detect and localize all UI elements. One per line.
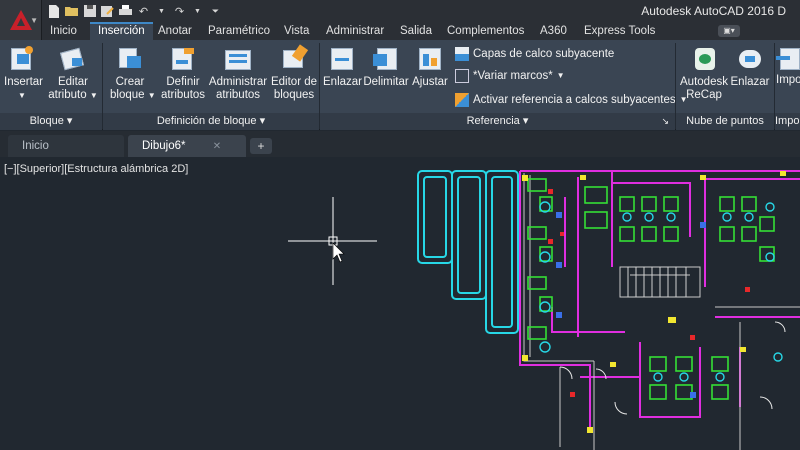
panel-title-nube-puntos[interactable]: Nube de puntos xyxy=(676,113,774,130)
enlazar-button[interactable]: Enlazar xyxy=(323,44,362,89)
manage-attributes-icon xyxy=(223,44,253,74)
ribbon-display-toggle-icon[interactable]: ▣▾ xyxy=(718,25,740,37)
enlazar-nube-button[interactable]: Enlazar xyxy=(730,44,770,89)
edit-attribute-icon xyxy=(58,44,88,74)
redo-icon[interactable]: ↷ xyxy=(172,4,187,19)
panel-title-referencia[interactable]: Referencia ▾ ↘ xyxy=(320,113,675,130)
stairs-block xyxy=(627,266,687,298)
editar-atributo-button[interactable]: Editar atributo ▼ xyxy=(48,44,98,102)
redo-dropdown-icon[interactable]: ▼ xyxy=(190,4,205,19)
editor-bloques-button[interactable]: Editor de bloques xyxy=(270,44,318,102)
application-menu-button[interactable]: ▼ xyxy=(0,0,42,40)
recap-icon xyxy=(689,44,719,74)
point-cloud-attach-icon xyxy=(735,44,765,74)
underlay-layers-icon xyxy=(455,47,469,61)
undo-icon[interactable]: ↶ xyxy=(136,4,151,19)
adjust-icon xyxy=(415,44,445,74)
ajustar-button[interactable]: Ajustar xyxy=(410,44,450,89)
saveas-icon[interactable] xyxy=(100,4,115,19)
tab-anotar[interactable]: Anotar xyxy=(150,22,200,40)
clip-icon xyxy=(371,44,401,74)
chevron-down-icon: ▼ xyxy=(89,91,98,100)
tab-complementos[interactable]: Complementos xyxy=(439,22,532,40)
panel-title-definicion-bloque[interactable]: Definición de bloque ▾ xyxy=(103,113,319,130)
block-editor-icon xyxy=(279,44,309,74)
ribbon-tabs: Inicio Inserción Anotar Paramétrico Vist… xyxy=(42,22,800,40)
save-icon[interactable] xyxy=(82,4,97,19)
insert-block-icon xyxy=(7,44,37,74)
file-tab-inicio[interactable]: Inicio xyxy=(8,135,124,157)
capas-calco-subyacente-button[interactable]: Capas de calco subyacente xyxy=(455,45,614,63)
new-icon[interactable] xyxy=(46,4,61,19)
chevron-down-icon: ▼ xyxy=(18,91,26,100)
mouse-pointer-icon xyxy=(332,242,345,263)
crosshair-cursor xyxy=(288,197,377,285)
undo-dropdown-icon[interactable]: ▼ xyxy=(154,4,169,19)
create-block-icon xyxy=(115,44,145,74)
definir-atributos-button[interactable]: Definir atributos xyxy=(160,44,206,102)
chevron-down-icon: ▼ xyxy=(30,16,38,25)
panel-launcher-icon[interactable]: ↘ xyxy=(661,113,669,130)
new-tab-button[interactable]: + xyxy=(250,138,272,154)
importar-button[interactable]: Impo xyxy=(776,44,800,87)
customize-toolbar-icon[interactable]: ⏷ xyxy=(208,4,223,19)
frames-icon xyxy=(455,69,469,83)
tab-express-tools[interactable]: Express Tools xyxy=(576,22,663,40)
crear-bloque-button[interactable]: Crear bloque ▼ xyxy=(110,44,156,102)
floor-plan-drawing xyxy=(288,170,800,450)
file-tabs: Inicio Dibujo6* ✕ + xyxy=(0,131,800,157)
panel-title-import[interactable]: Impo xyxy=(775,113,800,130)
chevron-down-icon: ▼ xyxy=(556,71,565,80)
tab-insercion[interactable]: Inserción xyxy=(90,22,153,40)
panel-title-bloque[interactable]: Bloque ▾ xyxy=(0,113,102,130)
tab-parametrico[interactable]: Paramétrico xyxy=(200,22,278,40)
tab-a360[interactable]: A360 xyxy=(532,22,575,40)
tab-administrar[interactable]: Administrar xyxy=(318,22,392,40)
insertar-button[interactable]: Insertar ▼ xyxy=(4,44,43,102)
magenta-walls xyxy=(519,170,800,432)
delimitar-button[interactable]: Delimitar xyxy=(363,44,409,89)
define-attributes-icon xyxy=(168,44,198,74)
drawing-canvas[interactable]: [−][Superior][Estructura alámbrica 2D] xyxy=(0,157,800,450)
ribbon-panel-area: Insertar ▼ Editar atributo ▼ Bloque ▾ Cr… xyxy=(0,40,800,130)
import-icon xyxy=(776,44,800,74)
autocad-logo-icon xyxy=(9,10,32,30)
cyan-cabinet-blocks xyxy=(417,170,519,334)
autodesk-recap-button[interactable]: Autodesk ReCap xyxy=(680,44,728,102)
tab-salida[interactable]: Salida xyxy=(392,22,440,40)
open-icon[interactable] xyxy=(64,4,79,19)
tab-vista[interactable]: Vista xyxy=(276,22,317,40)
print-icon[interactable] xyxy=(118,4,133,19)
quick-access-toolbar: ↶ ▼ ↷ ▼ ⏷ xyxy=(46,2,223,20)
attach-icon xyxy=(327,44,357,74)
activar-referencia-dropdown[interactable]: Activar referencia a calcos subyacentes … xyxy=(455,91,688,109)
close-icon[interactable]: ✕ xyxy=(213,141,221,152)
tab-inicio[interactable]: Inicio xyxy=(42,22,85,40)
title-bar: ▼ ↶ ▼ ↷ ▼ ⏷ Autodesk AutoCAD 2016 D xyxy=(0,0,800,40)
variar-marcos-dropdown[interactable]: *Variar marcos* ▼ xyxy=(455,67,565,85)
file-tab-dibujo6[interactable]: Dibujo6* ✕ xyxy=(128,135,246,157)
chevron-down-icon: ▼ xyxy=(147,91,156,100)
window-title: Autodesk AutoCAD 2016 D xyxy=(641,4,786,18)
administrar-atributos-button[interactable]: Administrar atributos xyxy=(208,44,268,102)
snap-underlay-icon xyxy=(455,93,469,107)
